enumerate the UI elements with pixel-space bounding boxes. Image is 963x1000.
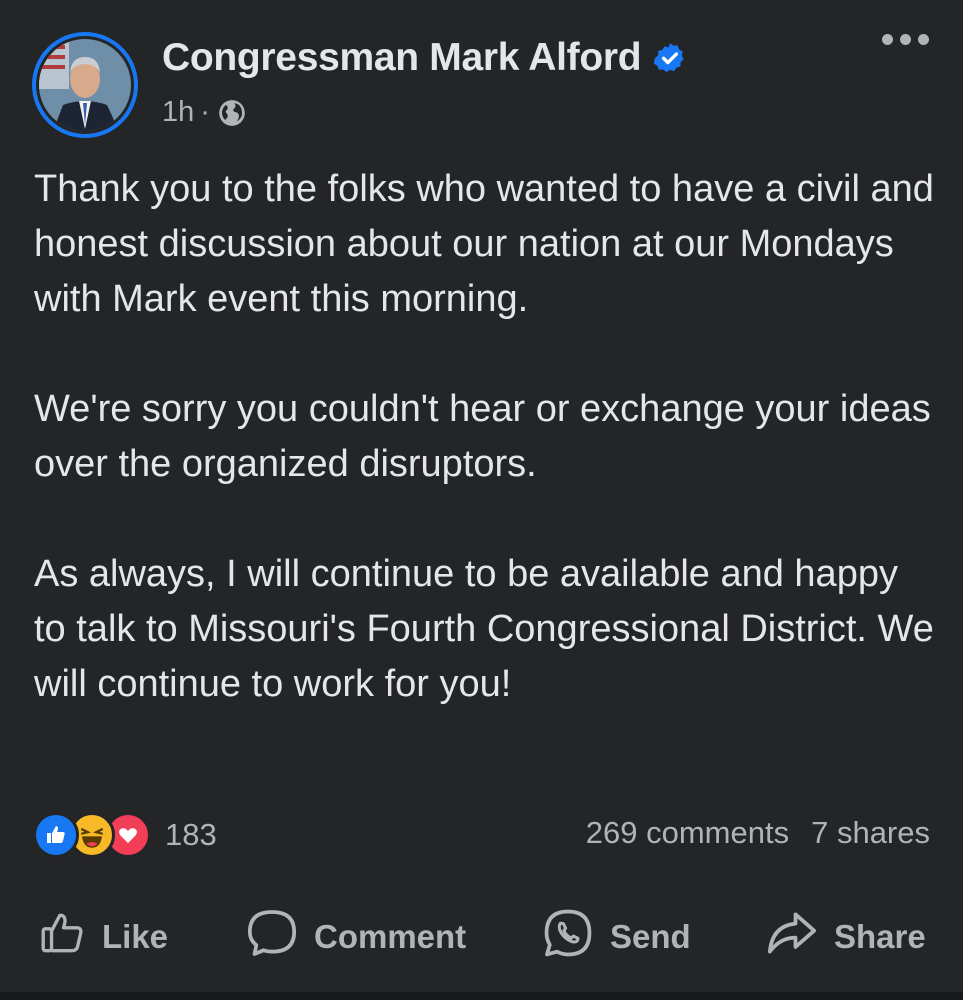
author-name[interactable]: Congressman Mark Alford [162, 36, 642, 80]
post-counts: 269 comments 7 shares [586, 815, 930, 851]
shares-count-link[interactable]: 7 shares [811, 815, 930, 851]
more-dot [900, 34, 911, 45]
post-text: Thank you to the folks who wanted to hav… [34, 162, 939, 767]
post-meta: 1h · [162, 96, 246, 129]
comment-label: Comment [314, 918, 467, 955]
avatar-border [36, 36, 134, 134]
reaction-count: 183 [165, 817, 217, 852]
send-label: Send [610, 918, 691, 955]
like-button[interactable]: Like [38, 905, 168, 969]
verified-badge-icon [653, 41, 687, 75]
like-reaction-icon [33, 812, 79, 858]
post-paragraph: We're sorry you couldn't hear or exchang… [34, 388, 931, 485]
comment-button[interactable]: Comment [244, 905, 466, 969]
globe-icon [218, 99, 246, 127]
comments-count-link[interactable]: 269 comments [586, 815, 789, 851]
more-options-icon[interactable] [882, 34, 929, 45]
like-label: Like [102, 918, 169, 955]
reactions-summary[interactable]: 183 [33, 812, 217, 858]
send-button[interactable]: Send [540, 905, 691, 969]
share-label: Share [834, 918, 926, 955]
post-timestamp[interactable]: 1h [162, 96, 194, 129]
share-arrow-icon [764, 905, 820, 969]
whatsapp-send-icon [540, 905, 596, 969]
bottom-divider [0, 992, 963, 1000]
author-name-row: Congressman Mark Alford [162, 36, 687, 80]
avatar[interactable] [32, 32, 138, 138]
post-paragraph: Thank you to the folks who wanted to hav… [34, 168, 934, 320]
share-button[interactable]: Share [764, 905, 926, 969]
profile-photo [39, 39, 131, 131]
post-paragraph: As always, I will continue to be availab… [34, 553, 934, 705]
post-action-bar: Like Comment Send Share [0, 905, 963, 969]
thumbs-up-icon [38, 908, 88, 966]
comment-bubble-icon [244, 905, 300, 969]
meta-separator: · [200, 96, 210, 128]
more-dot [882, 34, 893, 45]
more-dot [918, 34, 929, 45]
